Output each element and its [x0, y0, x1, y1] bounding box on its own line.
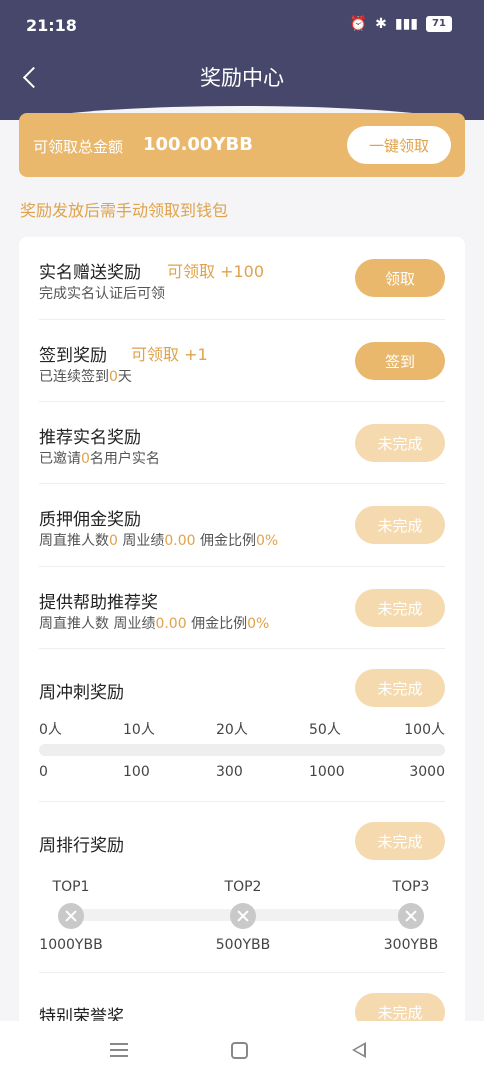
rank-label: TOP2	[224, 879, 262, 895]
incomplete-button[interactable]: 未完成	[355, 506, 445, 544]
reward-row-sprint: 周冲刺奖励 未完成 0人 10人 20人 50人 100人 0 100 300 …	[39, 649, 445, 802]
sprint-people-label: 0人	[39, 722, 62, 738]
page-title: 奖励中心	[200, 66, 284, 90]
reward-row-staking: 质押佣金奖励 周直推人数0 周业绩0.00 佣金比例0% 未完成	[39, 484, 445, 567]
rank-item: TOP3 300YBB	[371, 879, 451, 953]
reward-desc: 周直推人数 周业绩0.00 佣金比例0%	[39, 616, 270, 632]
incomplete-button[interactable]: 未完成	[355, 589, 445, 627]
reward-name: 周排行奖励	[39, 836, 124, 856]
sprint-people-label: 10人	[123, 722, 155, 738]
sprint-progress-track	[39, 744, 445, 756]
status-icons: ⏰ ✱ ▮▮▮ 71	[350, 16, 452, 32]
rewards-card: 实名赠送奖励 可领取 +100 完成实名认证后可领 领取 签到奖励 可领取 +1…	[19, 237, 465, 1037]
reward-row-referral: 推荐实名奖励 已邀请0名用户实名 未完成	[39, 402, 445, 484]
rank-label: TOP1	[52, 879, 90, 895]
reward-row-help: 提供帮助推荐奖 周直推人数 周业绩0.00 佣金比例0% 未完成	[39, 567, 445, 649]
reward-desc: 已连续签到0天	[39, 369, 132, 385]
reward-row-realname: 实名赠送奖励 可领取 +100 完成实名认证后可领 领取	[39, 237, 445, 320]
reward-name: 周冲刺奖励	[39, 683, 124, 703]
sprint-value-label: 300	[216, 764, 243, 780]
incomplete-button[interactable]: 未完成	[355, 669, 445, 707]
reward-row-checkin: 签到奖励 可领取 +1 已连续签到0天 签到	[39, 320, 445, 402]
rank-item: TOP2 500YBB	[203, 879, 283, 953]
reward-desc: 完成实名认证后可领	[39, 286, 165, 302]
rank-item: TOP1 1000YBB	[31, 879, 111, 953]
rank-prize: 300YBB	[383, 937, 439, 953]
reward-name: 推荐实名奖励	[39, 428, 141, 448]
sprint-value-label: 100	[123, 764, 150, 780]
reward-row-ranking: 周排行奖励 未完成 TOP1 1000YBB TOP2 500YBB TOP3 …	[39, 802, 445, 973]
total-claimable-amount: 100.00YBB	[143, 134, 253, 155]
claim-button[interactable]: 领取	[355, 259, 445, 297]
incomplete-button[interactable]: 未完成	[355, 822, 445, 860]
checkin-button[interactable]: 签到	[355, 342, 445, 380]
menu-icon[interactable]	[110, 1043, 128, 1057]
sprint-value-label: 0	[39, 764, 48, 780]
rank-status-x-icon	[398, 903, 424, 929]
sprint-people-label: 100人	[404, 722, 445, 738]
home-icon[interactable]	[231, 1042, 248, 1059]
reward-name: 签到奖励	[39, 346, 107, 366]
rank-prize: 1000YBB	[39, 937, 103, 953]
signal-icon: ▮▮▮	[394, 16, 418, 32]
battery-icon: 71	[426, 16, 452, 32]
reward-desc: 周直推人数0 周业绩0.00 佣金比例0%	[39, 533, 279, 549]
rank-prize: 500YBB	[215, 937, 271, 953]
rank-label: TOP3	[392, 879, 430, 895]
total-claimable-banner: 可领取总金额 100.00YBB 一键领取	[19, 113, 465, 177]
reward-name: 实名赠送奖励	[39, 263, 141, 283]
sprint-people-label: 20人	[216, 722, 248, 738]
reward-claimable: 可领取 +1	[131, 345, 208, 364]
notice-text: 奖励发放后需手动领取到钱包	[20, 201, 229, 220]
alarm-icon: ⏰	[349, 16, 368, 32]
reward-name: 质押佣金奖励	[39, 510, 141, 530]
claim-all-button[interactable]: 一键领取	[347, 126, 451, 164]
rank-status-x-icon	[230, 903, 256, 929]
sprint-people-label: 50人	[309, 722, 341, 738]
sprint-value-label: 1000	[309, 764, 345, 780]
status-time: 21:18	[26, 16, 77, 35]
system-nav-bar	[0, 1021, 484, 1080]
sprint-people-labels: 0人 10人 20人 50人 100人	[39, 719, 445, 738]
bluetooth-icon: ✱	[375, 16, 387, 32]
reward-claimable: 可领取 +100	[167, 262, 265, 281]
sprint-value-labels: 0 100 300 1000 3000	[39, 764, 445, 782]
reward-desc: 已邀请0名用户实名	[39, 451, 160, 467]
status-bar: 21:18 ⏰ ✱ ▮▮▮ 71	[0, 0, 484, 54]
rank-status-x-icon	[58, 903, 84, 929]
reward-name: 提供帮助推荐奖	[39, 593, 158, 613]
incomplete-button[interactable]: 未完成	[355, 424, 445, 462]
sprint-value-label: 3000	[409, 764, 445, 780]
back-triangle-icon[interactable]	[352, 1042, 366, 1058]
total-claimable-label: 可领取总金额	[33, 138, 124, 156]
header-bar: 21:18 ⏰ ✱ ▮▮▮ 71 奖励中心	[0, 0, 484, 120]
